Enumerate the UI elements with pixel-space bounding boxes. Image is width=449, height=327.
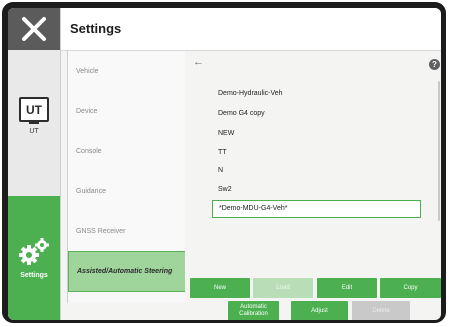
menu-item-assisted-steering[interactable]: Assisted/Automatic Steering: [68, 251, 187, 292]
list-scrollbar[interactable]: [438, 81, 440, 221]
edit-button[interactable]: Edit: [317, 278, 377, 298]
ut-label: UT: [29, 128, 39, 135]
menu-item-label: Device: [76, 107, 98, 115]
device-frame: UT UT Settings Settings Vehicle Device C…: [2, 2, 446, 323]
back-arrow-icon[interactable]: ←: [193, 56, 204, 68]
menu-item-gnss-receiver[interactable]: GNSS Receiver: [68, 211, 186, 252]
ut-icon-text: UT: [19, 97, 49, 122]
menu-item-label: Assisted/Automatic Steering: [77, 268, 173, 275]
close-icon: [22, 17, 46, 41]
menu-item-label: Guidance: [76, 187, 106, 195]
menu-item-label: Vehicle: [76, 67, 99, 75]
page-title: Settings: [70, 21, 122, 36]
menu-item-label: GNSS Receiver: [76, 227, 126, 235]
ut-button[interactable]: UT UT: [8, 90, 60, 154]
adjust-button[interactable]: Adjust: [291, 301, 348, 320]
settings-menu: Vehicle Device Console Guidance GNSS Rec…: [67, 51, 187, 303]
vehicle-list-item[interactable]: N: [218, 167, 223, 174]
screen: UT UT Settings Settings Vehicle Device C…: [8, 8, 441, 320]
monitor-icon: UT: [19, 97, 49, 125]
menu-item-guidance[interactable]: Guidance: [68, 171, 186, 212]
vehicle-list-item-selected[interactable]: *Demo-MDU-G4-Veh*: [212, 200, 421, 218]
vehicle-list-item-label: *Demo-MDU-G4-Veh*: [219, 205, 288, 212]
settings-button[interactable]: Settings: [8, 196, 60, 320]
menu-item-console[interactable]: Console: [68, 131, 186, 172]
vehicle-list-item[interactable]: NEW: [218, 130, 234, 137]
vehicle-list-item[interactable]: TT: [218, 149, 227, 156]
new-button[interactable]: New: [190, 278, 250, 298]
close-button[interactable]: [8, 8, 60, 50]
gears-icon: [19, 238, 49, 265]
vehicle-list-item[interactable]: Demo-Hydraulic-Veh: [218, 90, 283, 97]
copy-button[interactable]: Copy: [380, 278, 441, 298]
menu-item-device[interactable]: Device: [68, 91, 186, 132]
menu-item-vehicle[interactable]: Vehicle: [68, 51, 186, 92]
vehicle-list-item[interactable]: Demo G4 copy: [218, 110, 265, 117]
vehicle-panel: ← ? Demo-Hydraulic-Veh Demo G4 copy NEW …: [185, 51, 441, 303]
left-sidebar: UT UT Settings: [8, 8, 61, 320]
automatic-calibration-button[interactable]: Automatic Calibration: [228, 301, 279, 320]
menu-item-label: Console: [76, 147, 102, 155]
settings-label: Settings: [20, 272, 48, 279]
help-icon[interactable]: ?: [429, 59, 440, 70]
delete-button[interactable]: Delete: [352, 301, 410, 320]
load-button[interactable]: Load: [253, 278, 313, 298]
header-bar: Settings: [61, 8, 441, 51]
vehicle-list-item[interactable]: Sw2: [218, 186, 232, 193]
